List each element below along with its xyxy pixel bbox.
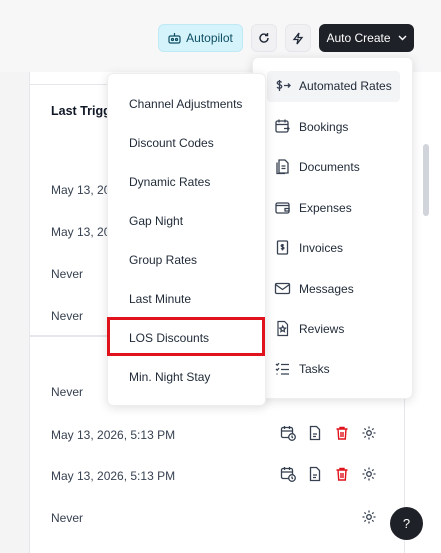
menu-item-automated-rates[interactable]: Automated Rates (274, 77, 392, 94)
table-cell: Never (51, 385, 84, 399)
menu-item-label: Reviews (299, 321, 345, 336)
menu-item-bookings[interactable]: Bookings (274, 118, 348, 135)
tasks-list-icon (275, 362, 289, 375)
auto-create-menu: Automated Rates Bookings Documents Expen… (252, 57, 413, 399)
menu-item-label: Invoices (299, 240, 344, 255)
gear-icon[interactable] (361, 425, 377, 441)
column-header-last-triggered: Last Trigg (51, 104, 111, 118)
row-actions (280, 466, 377, 482)
menu-item-messages[interactable]: Messages (274, 280, 354, 297)
table-cell: May 13, 2026, 5:13 PM (51, 428, 176, 442)
calendar-clock-icon[interactable] (280, 466, 296, 482)
chevron-down-icon (398, 35, 407, 41)
document-icon[interactable] (307, 466, 323, 482)
left-sidebar-edge (0, 72, 30, 553)
menu-item-label: Messages (299, 281, 354, 296)
auto-create-button[interactable]: Auto Create (319, 24, 414, 52)
autopilot-label: Autopilot (186, 31, 233, 45)
auto-create-label: Auto Create (326, 31, 391, 45)
mail-icon (274, 282, 291, 295)
submenu-item-last-minute[interactable]: Last Minute (129, 292, 191, 306)
document-icon[interactable] (307, 425, 323, 441)
autopilot-icon (168, 32, 181, 44)
submenu-item-group-rates[interactable]: Group Rates (129, 253, 197, 267)
menu-item-reviews[interactable]: Reviews (274, 320, 344, 337)
menu-item-expenses[interactable]: Expenses (274, 199, 352, 216)
menu-item-documents[interactable]: Documents (274, 158, 360, 175)
dollar-arrows-icon (276, 80, 291, 91)
help-button[interactable]: ? (390, 507, 423, 540)
wallet-icon (275, 202, 290, 214)
submenu-item-discount-codes[interactable]: Discount Codes (129, 136, 214, 150)
submenu-item-min-night-stay[interactable]: Min. Night Stay (129, 370, 210, 384)
calendar-icon (275, 119, 290, 133)
menu-item-label: Tasks (299, 361, 330, 376)
menu-item-label: Bookings (299, 119, 349, 134)
row-actions (361, 509, 377, 525)
table-cell: Never (51, 309, 84, 323)
gear-icon[interactable] (361, 466, 377, 482)
autopilot-button[interactable]: Autopilot (158, 24, 243, 52)
submenu-item-dynamic-rates[interactable]: Dynamic Rates (129, 175, 210, 189)
menu-item-label: Documents (299, 159, 360, 174)
table-cell: Never (51, 267, 84, 281)
documents-icon (276, 159, 289, 175)
automated-rates-submenu: Channel Adjustments Discount Codes Dynam… (107, 73, 266, 406)
submenu-item-gap-night[interactable]: Gap Night (129, 214, 183, 228)
trash-icon[interactable] (334, 466, 350, 482)
submenu-item-channel-adjustments[interactable]: Channel Adjustments (129, 97, 242, 111)
quick-action-button[interactable] (285, 24, 311, 52)
lightning-icon (292, 32, 304, 44)
calendar-clock-icon[interactable] (280, 425, 296, 441)
table-cell: Never (51, 511, 84, 525)
table-cell: May 13, 2026, 5:13 PM (51, 469, 176, 483)
highlight-box (107, 317, 265, 356)
review-star-icon (277, 320, 289, 337)
refresh-icon (259, 33, 269, 43)
gear-icon[interactable] (361, 509, 377, 525)
menu-item-invoices[interactable]: Invoices (274, 239, 343, 256)
menu-item-label: Automated Rates (299, 78, 392, 93)
row-actions (280, 425, 377, 441)
refresh-button[interactable] (251, 24, 277, 52)
invoice-icon (276, 240, 289, 255)
menu-item-tasks[interactable]: Tasks (274, 360, 330, 377)
scrollbar[interactable] (423, 144, 429, 216)
menu-item-label: Expenses (299, 200, 352, 215)
trash-icon[interactable] (334, 425, 350, 441)
